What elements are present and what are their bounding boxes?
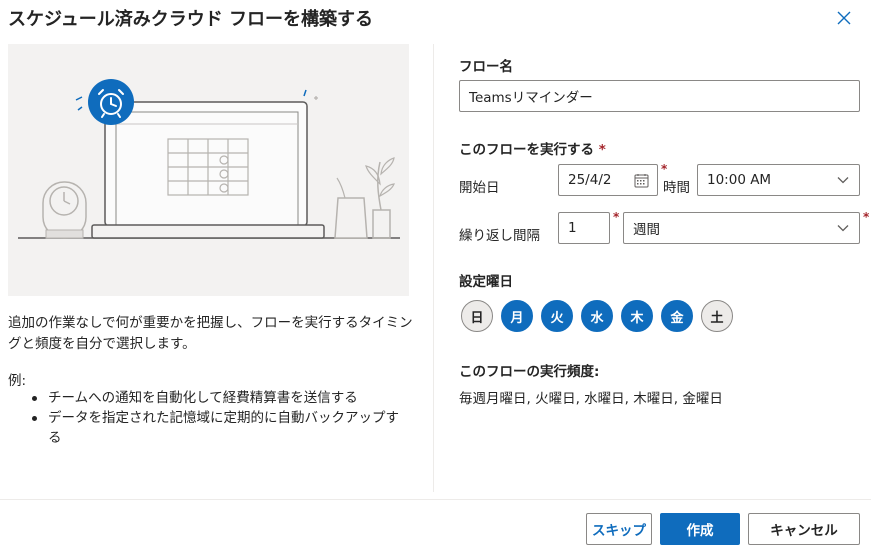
weekday-selector: 日 月 火 水 木 金 土 (461, 300, 733, 332)
required-mark: * (598, 142, 606, 158)
unit-required-mark: * (863, 210, 870, 224)
footer-divider (0, 499, 871, 500)
cancel-button[interactable]: キャンセル (748, 513, 860, 545)
weekday-saturday[interactable]: 土 (701, 300, 733, 332)
close-icon (837, 11, 851, 25)
example-item: データを指定された記憶域に定期的に自動バックアップする (30, 408, 410, 448)
examples-label: 例: (8, 373, 27, 389)
run-section-label: このフローを実行する * (459, 138, 606, 158)
repeat-interval-value: 1 (568, 220, 577, 236)
run-label-text: このフローを実行する (459, 142, 594, 158)
chevron-down-icon (837, 225, 849, 232)
weekday-sunday[interactable]: 日 (461, 300, 493, 332)
examples-list: チームへの通知を自動化して経費精算書を送信する データを指定された記憶域に定期的… (30, 388, 410, 448)
repeat-unit-value: 週間 (633, 222, 660, 238)
frequency-summary: 毎週月曜日, 火曜日, 水曜日, 木曜日, 金曜日 (459, 391, 723, 407)
calendar-icon (634, 173, 649, 187)
weekday-wednesday[interactable]: 水 (581, 300, 613, 332)
weekday-tuesday[interactable]: 火 (541, 300, 573, 332)
repeat-interval-input[interactable]: 1 (558, 212, 610, 244)
start-date-label: 開始日 (459, 180, 500, 196)
repeat-label: 繰り返し間隔 (459, 228, 540, 244)
date-required-mark: * (661, 162, 668, 176)
weekday-friday[interactable]: 金 (661, 300, 693, 332)
frequency-label: このフローの実行頻度: (459, 364, 600, 380)
flow-name-label: フロー名 (459, 59, 513, 75)
weekday-monday[interactable]: 月 (501, 300, 533, 332)
skip-button[interactable]: スキップ (586, 513, 652, 545)
weekday-thursday[interactable]: 木 (621, 300, 653, 332)
illustration (8, 44, 409, 296)
create-button[interactable]: 作成 (660, 513, 740, 545)
example-item: チームへの通知を自動化して経費精算書を送信する (30, 388, 410, 408)
time-dropdown[interactable]: 10:00 AM (697, 164, 860, 196)
start-date-input[interactable]: 25/4/2 (558, 164, 658, 196)
start-date-value: 25/4/2 (568, 172, 612, 188)
vertical-divider (433, 44, 434, 492)
description-text: 追加の作業なしで何が重要かを把握し、フローを実行するタイミングと頻度を自分で選択… (8, 315, 413, 352)
time-label: 時間 (663, 180, 690, 196)
weekdays-label: 設定曜日 (459, 274, 513, 290)
interval-required-mark: * (613, 210, 620, 224)
flow-name-value: Teamsリマインダー (469, 90, 593, 106)
chevron-down-icon (837, 177, 849, 184)
close-button[interactable] (834, 8, 854, 28)
time-value: 10:00 AM (707, 172, 772, 188)
repeat-unit-dropdown[interactable]: 週間 (623, 212, 860, 244)
dialog-title: スケジュール済みクラウド フローを構築する (8, 9, 374, 30)
flow-name-input[interactable]: Teamsリマインダー (459, 80, 860, 112)
